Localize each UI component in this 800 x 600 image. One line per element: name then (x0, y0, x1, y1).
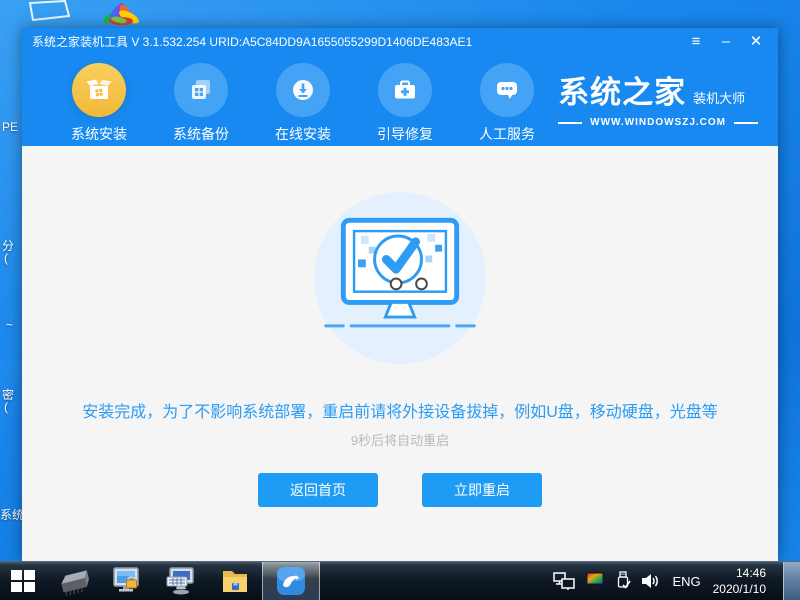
menu-icon[interactable]: ≡ (684, 31, 708, 52)
installer-app-taskbar-button[interactable] (262, 562, 320, 600)
file-explorer-icon[interactable] (208, 562, 262, 600)
window-controls: ≡ – ✕ (684, 31, 768, 52)
desktop-label-fragment: ( (4, 400, 8, 414)
monitor-check-illustration (314, 192, 486, 364)
installer-window: 系统之家装机工具 V 3.1.532.254 URID:A5C84DD9A165… (22, 28, 778, 561)
desktop-label-fragment: PE (2, 120, 19, 134)
language-indicator[interactable]: ENG (669, 574, 703, 589)
system-tray: ENG 14:46 2020/1/10 (553, 562, 800, 600)
close-icon[interactable]: ✕ (744, 31, 768, 52)
desktop-monitor-icon[interactable] (28, 0, 74, 27)
nav-item-label: 在线安装 (275, 126, 331, 142)
display-color-icon[interactable] (584, 571, 606, 591)
minimize-icon[interactable]: – (714, 31, 738, 52)
brand-website: WWW.WINDOWSZJ.COM (558, 117, 758, 128)
completion-message: 安装完成，为了不影响系统部署，重启前请将外接设备拔掉，例如U盘，移动硬盘，光盘等 (82, 404, 718, 421)
clock-date: 2020/1/10 (712, 582, 766, 596)
network-icon[interactable] (553, 571, 576, 591)
main-content: 安装完成，为了不影响系统部署，重启前请将外接设备拔掉，例如U盘，移动硬盘，光盘等… (22, 146, 778, 561)
volume-icon[interactable] (640, 571, 660, 591)
nav-item-system-backup[interactable]: 系统备份 (150, 55, 252, 144)
download-icon (276, 63, 330, 117)
window-title: 系统之家装机工具 V 3.1.532.254 URID:A5C84DD9A165… (32, 35, 473, 49)
start-button[interactable] (0, 562, 46, 600)
nav-item-label: 系统备份 (173, 126, 229, 142)
memory-chip-icon[interactable] (46, 562, 100, 600)
taskbar-clock[interactable]: 14:46 2020/1/10 (713, 565, 772, 597)
remote-lock-icon[interactable] (100, 562, 154, 600)
nav-bar: 系统安装 系统备份 在线安装 引导修复 人工服务 系统之家 装机大师 WWW.W… (22, 55, 778, 146)
repair-kit-icon (378, 63, 432, 117)
nav-item-human-service[interactable]: 人工服务 (456, 55, 558, 144)
restart-countdown: 9秒后将自动重启 (350, 433, 450, 448)
show-desktop-button[interactable] (783, 562, 800, 600)
backup-icon (174, 63, 228, 117)
onscreen-keyboard-icon[interactable] (154, 562, 208, 600)
installer-app-icon (277, 567, 305, 595)
desktop-label-fragment: ( (4, 251, 8, 265)
nav-item-label: 引导修复 (377, 126, 433, 142)
titlebar[interactable]: 系统之家装机工具 V 3.1.532.254 URID:A5C84DD9A165… (22, 28, 778, 55)
desktop-screen: PE 分 ( ~ 密 ( 系统 系统之家装机工具 V 3.1.532.254 U… (0, 0, 800, 600)
windows-logo-icon (11, 570, 35, 592)
taskbar: ENG 14:46 2020/1/10 (0, 561, 800, 600)
desktop-label-fragment: ~ (6, 318, 14, 332)
button-row: 返回首页 立即重启 (258, 473, 542, 507)
brand-tagline: 装机大师 (693, 91, 746, 106)
usb-icon[interactable] (615, 571, 632, 591)
clock-time: 14:46 (735, 565, 766, 580)
back-home-button[interactable]: 返回首页 (258, 473, 378, 507)
nav-item-label: 人工服务 (479, 126, 535, 142)
nav-item-boot-repair[interactable]: 引导修复 (354, 55, 456, 144)
brand-name: 系统之家 (558, 75, 687, 110)
install-box-icon (72, 63, 126, 117)
monitor-check-svg (324, 217, 476, 328)
nav-item-online-install[interactable]: 在线安装 (252, 55, 354, 144)
desktop-label-fragment: 系统 (0, 508, 25, 522)
nav-item-system-install[interactable]: 系统安装 (48, 55, 150, 144)
nav-item-label: 系统安装 (71, 126, 127, 142)
chat-icon (480, 63, 534, 117)
brand-logo: 系统之家 装机大师 WWW.WINDOWSZJ.COM (558, 55, 758, 128)
restart-now-button[interactable]: 立即重启 (422, 473, 542, 507)
